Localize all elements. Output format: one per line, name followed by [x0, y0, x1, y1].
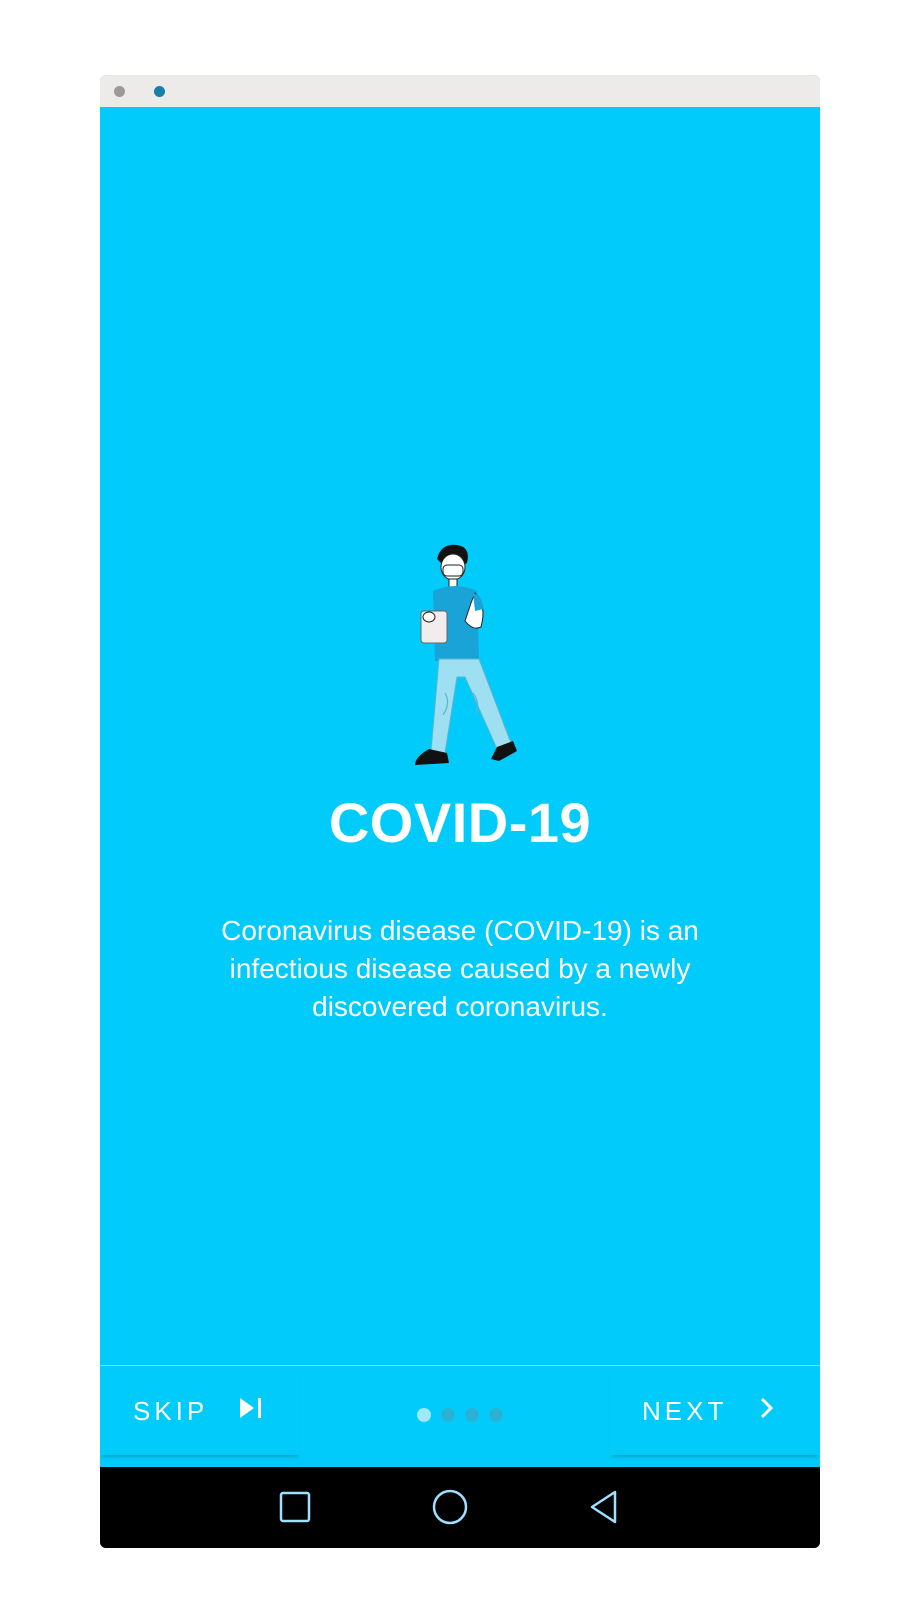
footer-divider: [100, 1365, 820, 1366]
close-window-icon[interactable]: [114, 86, 125, 97]
skip-label: SKIP: [133, 1395, 209, 1426]
page-dot-4[interactable]: [489, 1408, 503, 1422]
chevron-right-icon: [757, 1396, 777, 1427]
onboarding-title: COVID-19: [328, 791, 592, 854]
onboarding-description: Coronavirus disease (COVID-19) is an inf…: [221, 915, 699, 1022]
page-dot-3[interactable]: [465, 1408, 479, 1422]
back-triangle-icon[interactable]: [587, 1487, 621, 1532]
minimize-window-icon[interactable]: [154, 86, 165, 97]
home-circle-icon[interactable]: [430, 1487, 470, 1532]
doctor-illustration: [415, 544, 517, 765]
page-indicator: [417, 1408, 503, 1422]
next-button[interactable]: NEXT: [610, 1367, 820, 1455]
next-label: NEXT: [642, 1395, 728, 1426]
recents-square-icon[interactable]: [278, 1487, 312, 1532]
page-dot-2[interactable]: [441, 1408, 455, 1422]
skip-next-icon: [238, 1396, 264, 1427]
window-titlebar: [100, 75, 820, 107]
phone-screen: COVID-19 Coronavirus disease (COVID-19) …: [100, 75, 820, 1548]
android-navigation-bar: [100, 1467, 820, 1548]
skip-button[interactable]: SKIP: [100, 1367, 300, 1455]
page-dot-1[interactable]: [417, 1408, 431, 1422]
